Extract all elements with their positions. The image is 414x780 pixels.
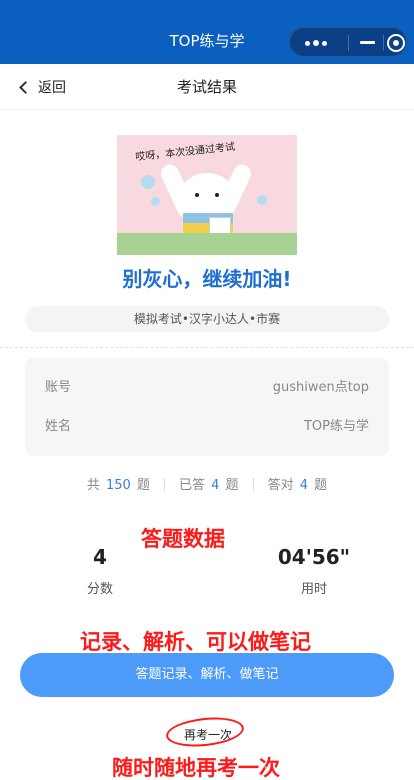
mini-program-capsule — [289, 27, 407, 57]
time-value: 04'56" — [277, 545, 351, 569]
question-stats: 共 150 题 已答 4 题 答对 4 题 — [0, 476, 414, 496]
grass — [117, 233, 297, 255]
time-label: 用时 — [300, 582, 327, 597]
stat-total-number: 150 — [105, 478, 131, 493]
score-value: 4 — [93, 545, 107, 569]
stat-answered: 已答 4 题 — [178, 478, 239, 493]
records-button[interactable]: 答题记录、解析、做笔记 — [20, 653, 394, 697]
account-label: 账号 — [45, 380, 72, 395]
stat-correct: 答对 4 题 — [267, 478, 328, 493]
illustration-caption: 哎呀，本次没通过考试 — [134, 141, 236, 164]
capsule-divider — [348, 35, 349, 51]
more-dots-icon[interactable] — [303, 38, 337, 48]
retake-link[interactable]: 再考一次 — [174, 726, 242, 744]
time-block: 04'56" 用时 — [262, 544, 366, 597]
stat-total: 共 150 题 — [86, 478, 150, 493]
stat-answered-number: 4 — [211, 478, 220, 493]
bubble-decoration — [257, 195, 267, 205]
account-row: 账号 gushiwen点top — [45, 377, 369, 399]
score-block: 4 分数 — [60, 544, 140, 597]
account-value: gushiwen点top — [272, 380, 369, 395]
bunny-eye — [195, 193, 199, 197]
name-label: 姓名 — [45, 419, 72, 434]
exam-path: 模拟考试•汉字小达人•市赛 — [25, 306, 389, 332]
target-circle-icon[interactable] — [387, 34, 405, 52]
annotation-data: 答题数据 — [141, 527, 225, 551]
nav-bar: 返回 考试结果 — [0, 64, 414, 110]
name-value: TOP练与学 — [303, 419, 369, 434]
score-label: 分数 — [86, 582, 113, 597]
dashed-divider — [0, 347, 414, 348]
top-bar: TOP练与学 — [0, 0, 414, 64]
annotation-retake: 随时随地再考一次 — [112, 756, 280, 780]
bubble-decoration — [141, 175, 155, 189]
result-headline: 别灰心，继续加油! — [122, 267, 292, 291]
bubble-decoration — [151, 197, 160, 206]
minus-icon[interactable] — [360, 41, 375, 44]
result-illustration: 哎呀，本次没通过考试 — [117, 135, 297, 255]
capsule-divider — [383, 35, 384, 51]
bunny-eye — [215, 193, 219, 197]
name-row: 姓名 TOP练与学 — [45, 416, 369, 438]
stat-correct-number: 4 — [299, 478, 308, 493]
annotation-records: 记录、解析、可以做笔记 — [80, 630, 311, 654]
page-title: 考试结果 — [176, 78, 237, 96]
account-card: 账号 gushiwen点top 姓名 TOP练与学 — [25, 358, 389, 456]
